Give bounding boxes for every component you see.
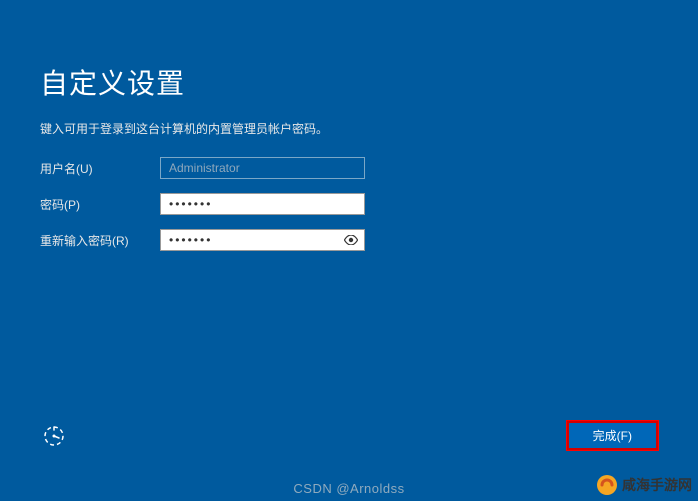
page-title: 自定义设置 — [40, 62, 658, 102]
password-field[interactable] — [160, 193, 365, 215]
instruction-text: 键入可用于登录到这台计算机的内置管理员帐户密码。 — [40, 120, 658, 137]
confirm-password-label: 重新输入密码(R) — [40, 232, 160, 249]
username-field — [160, 157, 365, 179]
confirm-password-field[interactable] — [160, 229, 365, 251]
ease-of-access-icon[interactable] — [40, 422, 68, 450]
watermark-csdn: CSDN @Arnoldss — [293, 481, 404, 496]
watermark-site-text: 咸海手游网 — [622, 475, 692, 495]
username-label: 用户名(U) — [40, 160, 160, 177]
watermark-site: 咸海手游网 — [596, 474, 692, 496]
username-row: 用户名(U) — [40, 157, 658, 179]
confirm-password-row: 重新输入密码(R) — [40, 229, 658, 251]
password-label: 密码(P) — [40, 196, 160, 213]
finish-button[interactable]: 完成(F) — [567, 421, 658, 450]
password-reveal-icon[interactable] — [343, 232, 359, 248]
password-row: 密码(P) — [40, 193, 658, 215]
watermark-site-icon — [596, 474, 618, 496]
